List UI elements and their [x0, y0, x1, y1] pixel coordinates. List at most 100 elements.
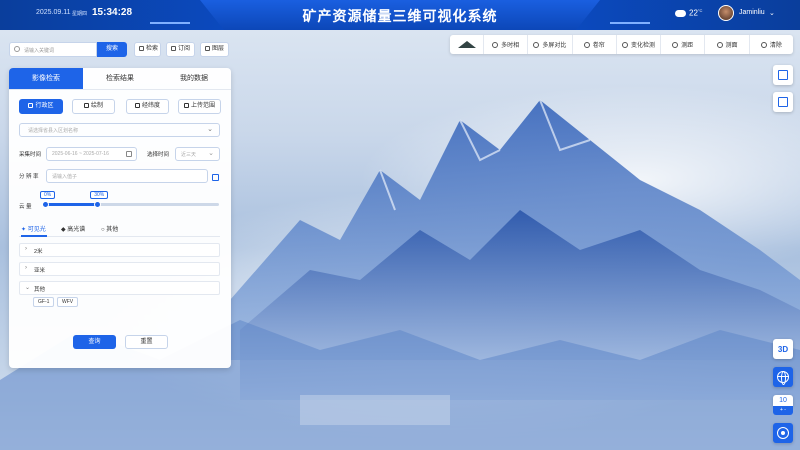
cloud-label: 云 量	[19, 204, 32, 210]
region-select[interactable]: 请选择省县入区划名称 ⌄	[19, 123, 220, 137]
search-icon	[14, 46, 20, 52]
chevron-down-icon: ⌄	[208, 150, 214, 157]
retrieve-button[interactable]: 检索	[134, 42, 161, 57]
weekday-text: 星期四	[72, 11, 88, 17]
mode-lat-lon[interactable]: 经纬度	[126, 99, 169, 114]
mountain-logo-icon	[450, 35, 484, 54]
category-active-underline	[21, 235, 47, 237]
subscribe-label: 订阅	[178, 46, 191, 52]
select-time-label: 选择时间	[147, 152, 170, 158]
query-button[interactable]: 查询	[73, 335, 116, 349]
chevron-down-icon[interactable]: ⌄	[769, 9, 775, 17]
tab-my-data[interactable]: 我的数据	[157, 68, 231, 89]
cloud-slider-handle-min[interactable]	[42, 201, 49, 208]
mode-label: 经纬度	[141, 103, 160, 109]
header-decoration-right	[610, 22, 650, 24]
calendar-icon	[126, 151, 132, 157]
panel-tabs: 影像检索 检索结果 我的数据	[9, 68, 231, 90]
change-detection-icon	[621, 41, 628, 48]
image-search-panel: 影像检索 检索结果 我的数据 行政区 绘制 经纬度 上传范围 请选择省县入区划名…	[9, 68, 231, 368]
resolution-input[interactable]: 请输入值子	[46, 169, 208, 183]
group-2m[interactable]: › 2米	[19, 243, 220, 257]
category-visible-light[interactable]: ✦ 可见光	[21, 224, 46, 233]
coordinate-icon	[134, 103, 140, 108]
sun-icon: ✦	[21, 227, 28, 233]
toolbar-measure-area[interactable]: 测面	[705, 35, 750, 54]
acq-time-range[interactable]: 2025-06-16 ~ 2025-07-16	[46, 147, 137, 161]
group-label: 2米	[34, 249, 43, 255]
avatar[interactable]	[718, 5, 734, 21]
temperature-text: 22	[689, 8, 698, 18]
category-divider	[19, 236, 220, 237]
select-time-dropdown[interactable]: 近三天 ⌄	[175, 147, 220, 161]
cloud-min-tooltip: 0%	[40, 191, 56, 199]
mode-label: 绘制	[90, 103, 103, 109]
compass-icon	[777, 427, 789, 439]
username[interactable]: Jaminliu	[739, 9, 765, 16]
zoom-buttons[interactable]: + -	[773, 406, 793, 415]
acq-time-label: 采集时间	[19, 152, 42, 158]
toolbar-label: 多时相	[501, 43, 520, 49]
globe-icon	[777, 371, 789, 385]
weather-widget: 22°C	[675, 8, 702, 18]
view-3d-button[interactable]: 3D	[773, 339, 793, 359]
category-hyperspectral[interactable]: ◆ 高光谱	[61, 224, 85, 233]
chevron-down-icon: ⌄	[25, 285, 31, 291]
fullscreen-button[interactable]	[773, 92, 793, 112]
toolbar-clear[interactable]: 清除	[750, 35, 793, 54]
analysis-toolbar: 多时相 多屏对比 卷帘 变化检测 测距 测面 清除	[450, 35, 793, 54]
mode-label: 行政区	[35, 103, 54, 109]
screenshot-button[interactable]	[773, 65, 793, 85]
upload-icon	[183, 103, 189, 108]
zoom-control[interactable]: 10 + -	[773, 395, 793, 415]
toolbar-label: 变化检测	[630, 43, 655, 49]
group-label: 亚米	[34, 268, 46, 274]
bell-icon	[171, 46, 176, 51]
group-label: 其他	[34, 287, 46, 293]
select-time-value: 近三天	[181, 152, 197, 158]
group-submeter[interactable]: › 亚米	[19, 262, 220, 276]
zoom-level: 10	[773, 395, 793, 406]
layers-icon	[205, 46, 210, 51]
app-title: 矿产资源储量三维可视化系统	[302, 8, 498, 24]
copy-icon[interactable]	[212, 174, 219, 181]
subscribe-button[interactable]: 订阅	[166, 42, 195, 57]
toolbar-label: 卷帘	[592, 43, 605, 49]
mode-admin-region[interactable]: 行政区	[19, 99, 63, 114]
cloud-icon	[675, 10, 686, 18]
category-other[interactable]: ○ 其他	[101, 224, 118, 233]
toolbar-label: 测面	[725, 43, 738, 49]
toolbar-label: 测距	[681, 43, 694, 49]
tab-search-results[interactable]: 检索结果	[83, 68, 157, 89]
acq-time-value: 2025-06-16 ~ 2025-07-16	[52, 151, 109, 157]
toolbar-label: 清除	[769, 43, 782, 49]
chevron-right-icon: ›	[25, 246, 27, 252]
compass-button[interactable]	[773, 423, 793, 443]
globe-button[interactable]	[773, 367, 793, 387]
mode-draw[interactable]: 绘制	[72, 99, 115, 114]
reset-button[interactable]: 重置	[125, 335, 168, 349]
chevron-down-icon: ⌄	[207, 126, 213, 133]
toolbar-split-compare[interactable]: 多屏对比	[528, 35, 573, 54]
toolbar-multi-temporal[interactable]: 多时相	[484, 35, 529, 54]
chip-wfv[interactable]: WFV	[57, 297, 79, 307]
resolution-label: 分 辨 率	[19, 174, 39, 180]
cloud-max-tooltip: 30%	[90, 191, 109, 199]
layers-button[interactable]: 图层	[200, 42, 229, 57]
group-other[interactable]: ⌄ 其他	[19, 281, 220, 295]
category-label: 可见光	[27, 227, 46, 233]
cloud-slider-handle-max[interactable]	[94, 201, 102, 208]
search-input[interactable]: 请输入关键词	[9, 42, 97, 57]
tab-image-search[interactable]: 影像检索	[9, 68, 83, 89]
toolbar-swipe[interactable]: 卷帘	[573, 35, 617, 54]
toolbar-measure-distance[interactable]: 测距	[661, 35, 706, 54]
temperature-unit: °C	[697, 8, 703, 13]
multi-temporal-icon	[492, 41, 499, 48]
resolution-placeholder: 请输入值子	[52, 174, 78, 180]
toolbar-change-detection[interactable]: 变化检测	[617, 35, 662, 54]
clock-text: 15:34:28	[92, 7, 133, 18]
swipe-icon	[583, 41, 590, 48]
chip-gf1[interactable]: GF-1	[33, 297, 55, 307]
mode-upload-range[interactable]: 上传范围	[178, 99, 221, 114]
search-button[interactable]: 搜索	[97, 42, 127, 57]
